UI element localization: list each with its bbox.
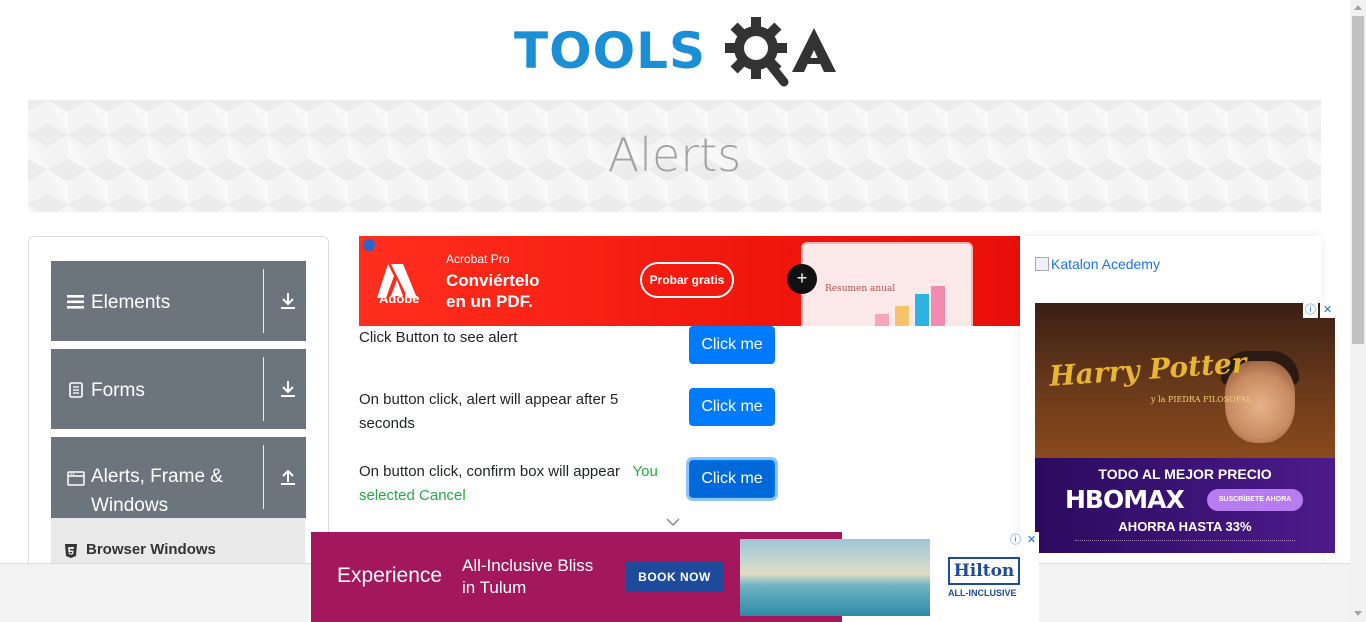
- scroll-down-arrow-icon[interactable]: [1354, 611, 1362, 616]
- hamburger-icon: [67, 295, 84, 309]
- page-banner: Alerts: [28, 100, 1321, 212]
- chevron-down-icon[interactable]: [666, 517, 680, 527]
- ad-offer-panel: TODO AL MEJOR PRECIO HBOMAX SUSCRÍBETE A…: [1035, 458, 1335, 553]
- katalon-ad-link[interactable]: Katalon Acedemy: [1035, 256, 1160, 272]
- katalon-alt-text: Katalon Acedemy: [1051, 256, 1160, 272]
- hbo-max-ad[interactable]: Harry Potter y la PIEDRA FILOSOFAL TODO …: [1035, 303, 1335, 553]
- ad-experience-text: Experience: [337, 564, 443, 587]
- sidebar-group-label: Elements: [91, 292, 171, 313]
- book-now-button[interactable]: BOOK NOW: [626, 562, 723, 592]
- ad-info-icon[interactable]: ⓘ: [1008, 533, 1023, 548]
- alert-button[interactable]: Click me: [689, 326, 775, 364]
- ad-cta-button[interactable]: Probar gratis: [640, 262, 734, 298]
- adobe-brand: Adobe: [379, 291, 420, 306]
- sidebar-group-elements[interactable]: Elements: [51, 261, 306, 341]
- sidebar-group-label: Alerts, Frame & Windows: [91, 466, 223, 516]
- ad-fine-print: [1075, 540, 1295, 544]
- alert-row-text: Click Button to see alert: [359, 329, 518, 346]
- download-icon[interactable]: [278, 379, 298, 399]
- adobe-ad[interactable]: Adobe Acrobat Pro Conviértelo en un PDF.…: [359, 236, 1020, 326]
- confirm-button[interactable]: Click me: [689, 460, 775, 498]
- upload-icon[interactable]: [278, 467, 298, 487]
- ad-movie-poster: Harry Potter y la PIEDRA FILOSOFAL: [1035, 303, 1335, 458]
- logo-text: TOOLS: [514, 22, 706, 80]
- hilton-ad[interactable]: Experience All-Inclusive Bliss in Tulum …: [311, 532, 1039, 622]
- confirm-row-label: On button click, confirm box will appear: [359, 463, 620, 480]
- ad-headline-line2: en un PDF.: [446, 292, 533, 311]
- plus-icon[interactable]: +: [787, 264, 817, 294]
- movie-title: Harry Potter: [1048, 346, 1248, 393]
- ad-info-icon[interactable]: ⓘ: [1303, 303, 1318, 318]
- ad-product: Acrobat Pro: [446, 252, 510, 266]
- sidebar-group-forms[interactable]: Forms: [51, 349, 306, 429]
- page-title: Alerts: [607, 128, 742, 182]
- logo-qa-icon: [725, 17, 836, 87]
- confirm-row-text: On button click, confirm box will appear…: [359, 460, 659, 508]
- ad-subscribe-button[interactable]: SUSCRÍBETE AHORA: [1207, 489, 1303, 511]
- ad-choices-icon[interactable]: [363, 239, 375, 251]
- hilton-logo-sub: ALL-INCLUSIVE: [948, 588, 1017, 598]
- scroll-thumb[interactable]: [1352, 16, 1364, 344]
- divider: [263, 357, 264, 421]
- ad-bliss-line1: All-Inclusive Bliss: [462, 556, 594, 575]
- ad-close-icon[interactable]: ✕: [1024, 533, 1039, 548]
- html5-icon: [65, 544, 77, 558]
- document-icon: [69, 382, 83, 398]
- sidebar-item-label: Browser Windows: [86, 541, 216, 558]
- ad-close-icon[interactable]: ✕: [1320, 303, 1335, 318]
- movie-subtitle: y la PIEDRA FILOSOFAL: [1151, 395, 1252, 404]
- sidebar-group-label: Forms: [91, 380, 145, 401]
- ad-offer-line1: TODO AL MEJOR PRECIO: [1098, 466, 1272, 482]
- page: TOOLS Alerts Elements Forms Alerts, Fram…: [0, 0, 1366, 622]
- ad-product-image: Resumen anual: [801, 242, 973, 326]
- hbo-max-logo: HBOMAX: [1065, 485, 1185, 514]
- timer-alert-row-text: On button click, alert will appear after…: [359, 391, 619, 432]
- scroll-up-arrow-icon[interactable]: [1354, 5, 1362, 10]
- sidebar-group-alerts-frame-windows[interactable]: Alerts, Frame & Windows: [51, 437, 306, 518]
- ad-resort-photo: [740, 539, 930, 616]
- ad-bliss-line2: in Tulum: [462, 578, 527, 597]
- ad-headline: Conviértelo en un PDF.: [446, 270, 540, 312]
- window-icon: [67, 471, 85, 486]
- ad-bliss-text: All-Inclusive Bliss in Tulum: [462, 555, 593, 599]
- toolsqa-logo[interactable]: TOOLS: [514, 14, 838, 92]
- divider: [263, 445, 264, 509]
- broken-image-icon: [1035, 257, 1049, 271]
- timer-alert-button[interactable]: Click me: [689, 388, 775, 426]
- page-scrollbar[interactable]: [1350, 0, 1366, 622]
- ad-headline-line1: Conviértelo: [446, 271, 540, 290]
- sidebar: Elements Forms Alerts, Frame & Windows B…: [28, 236, 329, 578]
- ad-offer-line2: AHORRA HASTA 33%: [1118, 519, 1252, 534]
- bar-graphic-icon: [875, 286, 945, 326]
- download-icon[interactable]: [278, 291, 298, 311]
- hilton-logo: Hilton: [948, 557, 1020, 585]
- divider: [263, 269, 264, 333]
